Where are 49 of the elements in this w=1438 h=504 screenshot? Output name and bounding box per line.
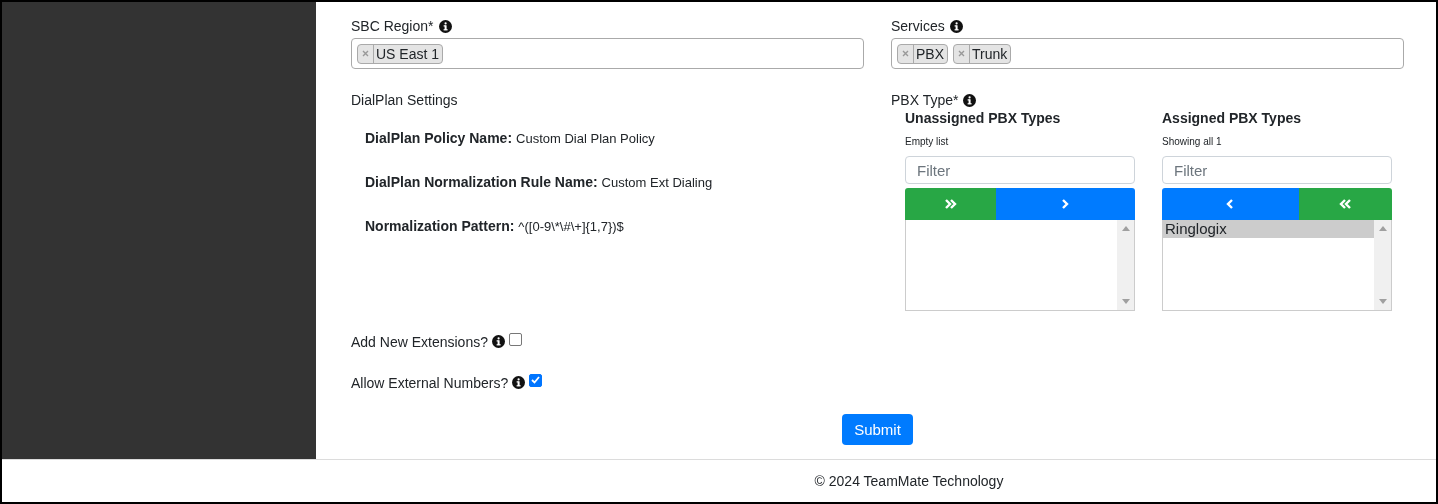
info-icon xyxy=(438,19,452,33)
section-title: DialPlan Settings xyxy=(351,91,459,110)
setting-value: Custom Dial Plan Policy xyxy=(516,131,655,146)
filter-field[interactable]: Filter xyxy=(1162,156,1392,184)
field-label: Add New Extensions? xyxy=(351,333,488,350)
move-all-left-button[interactable] xyxy=(1299,188,1392,220)
list-box[interactable] xyxy=(905,220,1135,311)
setting-value: ^([0-9\*\#\+]{1,7})$ xyxy=(518,219,624,234)
scroll-up-icon xyxy=(1378,226,1387,231)
info-icon xyxy=(512,376,526,389)
checkmark-icon xyxy=(531,376,541,384)
scrollbar[interactable] xyxy=(1117,220,1134,310)
copyright-text: © 2024 TeamMate Technology xyxy=(814,473,1004,489)
field-label: Allow External Numbers? xyxy=(351,374,509,391)
double-chevron-left-icon xyxy=(1339,198,1352,210)
tag-label: US East 1 xyxy=(375,45,441,62)
scrollbar[interactable] xyxy=(1374,220,1391,310)
scroll-down-icon xyxy=(1378,299,1387,304)
move-all-right-button[interactable] xyxy=(905,188,996,220)
info-icon xyxy=(963,93,977,107)
checkbox[interactable] xyxy=(529,373,543,387)
list-status: Showing all 1 xyxy=(1162,136,1223,149)
setting-label: Normalization Pattern: xyxy=(365,218,515,234)
tag-input-field[interactable]: US East 1 xyxy=(351,38,864,69)
list-box[interactable]: Ringlogix xyxy=(1162,220,1392,311)
setting-label: DialPlan Policy Name: xyxy=(365,130,513,146)
close-icon xyxy=(362,50,369,57)
field-label: SBC Region* xyxy=(351,18,434,34)
double-chevron-right-icon xyxy=(944,198,957,210)
info-icon xyxy=(949,19,963,33)
tag-input-field[interactable]: PBX Trunk xyxy=(891,38,1404,69)
list-option[interactable]: Ringlogix xyxy=(1163,220,1374,238)
list-title: Assigned PBX Types xyxy=(1162,110,1302,128)
list-status: Empty list xyxy=(905,136,950,149)
setting-label: DialPlan Normalization Rule Name: xyxy=(365,174,598,190)
list-title: Unassigned PBX Types xyxy=(905,110,1062,128)
close-icon xyxy=(958,50,965,57)
submit-button[interactable]: Submit xyxy=(842,414,913,445)
info-icon xyxy=(491,335,505,348)
scroll-down-icon xyxy=(1121,299,1130,304)
tag-label: Trunk xyxy=(971,45,1009,62)
field-label: PBX Type* xyxy=(891,92,959,108)
filter-field[interactable]: Filter xyxy=(905,156,1135,184)
close-icon xyxy=(902,50,909,57)
checkbox[interactable] xyxy=(508,332,522,346)
setting-value: Custom Ext Dialing xyxy=(601,175,713,190)
tag-label: PBX xyxy=(915,45,945,62)
scroll-up-icon xyxy=(1121,226,1130,231)
field-label: Services xyxy=(891,18,945,34)
